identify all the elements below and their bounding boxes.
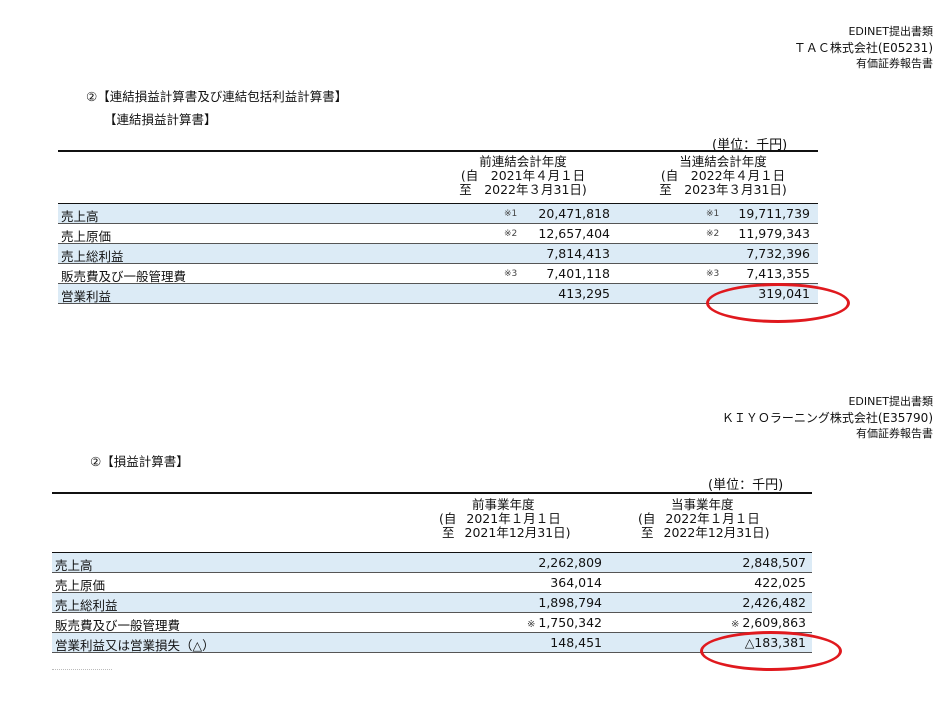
current-value: 7,413,355 <box>746 266 810 281</box>
doc1-subtitle: 【連結損益計算書】 <box>104 112 217 127</box>
prior-value: 1,898,794 <box>538 595 602 610</box>
doc1-header: EDINET提出書類 ＴＡＣ株式会社(E05231) 有価証券報告書 <box>794 24 933 72</box>
prior-value: 7,814,413 <box>546 246 610 261</box>
doc1-col1-from: (自 2021年４月１日 <box>460 168 586 183</box>
doc2-col2-from: 2022年１月１日 <box>665 511 760 526</box>
highlight-circle <box>706 283 850 323</box>
doc2-col2-to: 2022年12月31日) <box>663 525 770 540</box>
doc2-col1-ji: (自 <box>439 511 457 526</box>
prior-value: 413,295 <box>558 286 610 301</box>
doc1-header-report: 有価証券報告書 <box>856 57 933 70</box>
current-value: 19,711,739 <box>738 206 810 221</box>
doc2-col2-itaru: 至 <box>641 525 654 540</box>
row-label: 販売費及び一般管理費 <box>61 269 187 284</box>
doc2-top-rule <box>52 492 812 494</box>
current-value: 2,609,863 <box>742 615 806 630</box>
prior-value-cell: ※ 1,750,342 <box>527 615 602 630</box>
row-label: 売上高 <box>61 209 99 224</box>
doc1-header-line1: EDINET提出書類 <box>848 25 933 38</box>
note-mark: ※ <box>730 619 740 630</box>
note-mark: ※2 <box>504 229 518 239</box>
doc1-col2-title: 当連結会計年度 <box>679 154 767 169</box>
note-mark: ※3 <box>504 269 518 279</box>
table-row: 売上原価 364,014 422,025 <box>52 573 812 593</box>
doc1-section-title: ②【連結損益計算書及び連結包括利益計算書】 <box>86 89 348 104</box>
note-mark: ※3 <box>706 269 720 279</box>
prior-value: 2,262,809 <box>538 555 602 570</box>
doc2-section-title: ②【損益計算書】 <box>90 454 189 469</box>
prior-value: 7,401,118 <box>546 266 610 281</box>
doc2-header-company: ＫＩＹＯラーニング株式会社(E35790) <box>721 411 933 425</box>
current-value: 2,426,482 <box>742 595 806 610</box>
highlight-circle <box>700 631 842 671</box>
prior-value: 20,471,818 <box>538 206 610 221</box>
row-label: 販売費及び一般管理費 <box>55 618 181 633</box>
doc1-col2-header: 当連結会計年度 (自 2022年４月１日 至 2023年３月31日) <box>637 155 809 197</box>
current-value: 2,848,507 <box>742 555 806 570</box>
table-row: 販売費及び一般管理費 ※3 7,401,118 ※3 7,413,355 <box>58 264 818 284</box>
doc1-header-company: ＴＡＣ株式会社(E05231) <box>793 41 933 55</box>
table-row: 売上総利益 7,814,413 7,732,396 <box>58 244 818 264</box>
row-label: 営業利益又は営業損失（△） <box>55 638 215 653</box>
doc1-col2-to: 至 2023年３月31日) <box>659 182 787 197</box>
table-row: 売上高 2,262,809 2,848,507 <box>52 553 812 573</box>
note-mark: ※2 <box>706 229 720 239</box>
table-row: 売上原価 ※2 12,657,404 ※2 11,979,343 <box>58 224 818 244</box>
current-value: 11,979,343 <box>738 226 810 241</box>
row-label: 売上高 <box>55 558 93 573</box>
doc1-col1-header: 前連結会計年度 (自 2021年４月１日 至 2022年３月31日) <box>438 155 608 197</box>
row-label: 営業利益 <box>61 289 112 304</box>
current-value: 422,025 <box>754 575 806 590</box>
doc2-col1-to: 2021年12月31日) <box>464 525 571 540</box>
doc2-col1-itaru: 至 <box>442 525 455 540</box>
prior-value: 1,750,342 <box>538 615 602 630</box>
note-mark: ※1 <box>706 209 720 219</box>
doc1-top-rule <box>58 150 818 152</box>
row-label: 売上原価 <box>55 578 106 593</box>
row-label: 売上総利益 <box>55 598 118 613</box>
note-mark: ※1 <box>504 209 518 219</box>
doc2-header-line1: EDINET提出書類 <box>848 395 933 408</box>
doc1-col1-title: 前連結会計年度 <box>479 154 567 169</box>
table-row: 営業利益 413,295 319,041 <box>58 284 818 304</box>
row-label: 売上総利益 <box>61 249 124 264</box>
doc2-header-report: 有価証券報告書 <box>856 427 933 440</box>
table-row: 営業利益又は営業損失（△） 148,451 △183,381 <box>52 633 812 653</box>
prior-value: 12,657,404 <box>538 226 610 241</box>
table-row: 売上高 ※1 20,471,818 ※1 19,711,739 <box>58 204 818 224</box>
doc1-col2-from: (自 2022年４月１日 <box>660 168 786 183</box>
doc2-col1-title: 前事業年度 <box>472 497 535 512</box>
doc2-unit: (単位：千円) <box>708 478 784 493</box>
prior-value: 148,451 <box>550 635 602 650</box>
prior-value: 364,014 <box>550 575 602 590</box>
doc2-col2-title: 当事業年度 <box>671 497 734 512</box>
doc2-col2-ji: (自 <box>638 511 656 526</box>
doc2-col2-header: 当事業年度 (自 2022年１月１日 至 2022年12月31日) <box>638 498 770 540</box>
doc1-col1-to: 至 2022年３月31日) <box>459 182 587 197</box>
note-mark: ※ <box>526 619 536 630</box>
doc2-col1-from: 2021年１月１日 <box>466 511 561 526</box>
current-value: 7,732,396 <box>746 246 810 261</box>
row-label: 売上原価 <box>61 229 112 244</box>
doc2-col1-header: 前事業年度 (自 2021年１月１日 至 2021年12月31日) <box>439 498 571 540</box>
cutoff-fragment <box>52 669 112 673</box>
doc2-header: EDINET提出書類 ＫＩＹＯラーニング株式会社(E35790) 有価証券報告書 <box>722 394 933 442</box>
table-row: 売上総利益 1,898,794 2,426,482 <box>52 593 812 613</box>
table-row: 販売費及び一般管理費 ※ 1,750,342 ※ 2,609,863 <box>52 613 812 633</box>
current-value-cell: ※ 2,609,863 <box>731 615 806 630</box>
